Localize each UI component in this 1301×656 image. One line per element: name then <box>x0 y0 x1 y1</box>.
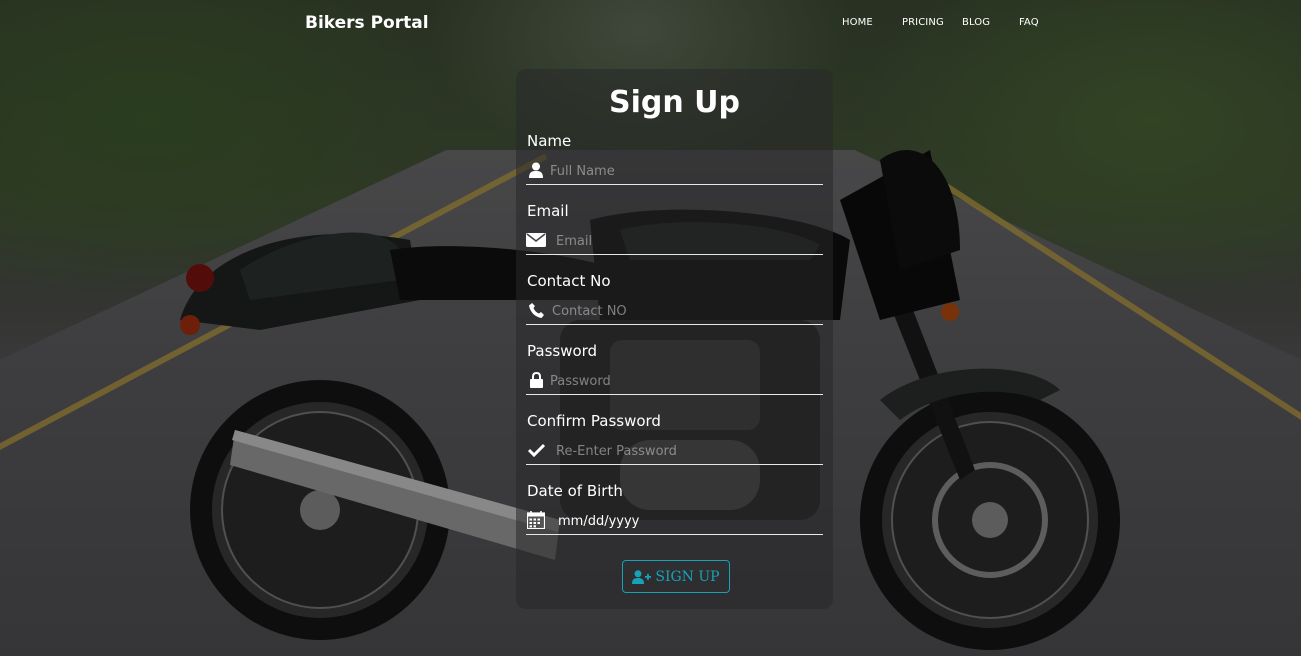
password-input[interactable] <box>550 370 822 392</box>
nav-link-faq[interactable]: FAQ <box>1019 17 1039 28</box>
envelope-icon <box>526 231 546 249</box>
user-icon <box>526 161 546 179</box>
password-field: Password <box>526 342 823 412</box>
dob-field: Date of Birth <box>526 482 823 552</box>
password-underline <box>526 394 823 395</box>
user-plus-icon <box>632 569 652 584</box>
password-label: Password <box>527 342 598 360</box>
navbar: Bikers Portal HOME PRICING BLOG FAQ <box>0 0 1301 48</box>
contact-label: Contact No <box>527 272 611 290</box>
contact-input[interactable] <box>552 300 822 322</box>
name-label: Name <box>527 132 572 150</box>
calendar-icon <box>526 511 546 529</box>
confirm-password-field: Confirm Password <box>526 412 823 482</box>
name-underline <box>526 184 823 185</box>
brand-logo[interactable]: Bikers Portal <box>305 13 429 33</box>
confirm-password-underline <box>526 464 823 465</box>
phone-icon <box>526 301 546 319</box>
email-underline <box>526 254 823 255</box>
contact-underline <box>526 324 823 325</box>
email-label: Email <box>527 202 569 220</box>
dob-label: Date of Birth <box>527 482 623 500</box>
signup-button-label: SIGN UP <box>655 568 720 585</box>
lock-icon <box>526 371 546 389</box>
email-field: Email <box>526 202 823 272</box>
check-icon <box>526 441 546 459</box>
email-input[interactable] <box>556 230 822 252</box>
form-title: Sign Up <box>608 85 740 120</box>
nav-link-blog[interactable]: BLOG <box>962 17 990 28</box>
name-input[interactable] <box>550 160 822 182</box>
dob-input[interactable] <box>558 510 822 532</box>
nav-link-pricing[interactable]: PRICING <box>902 17 944 28</box>
confirm-password-label: Confirm Password <box>527 412 661 430</box>
signup-form-card: Sign Up Name Email Contact No Password <box>516 69 833 609</box>
nav-link-home[interactable]: HOME <box>842 17 873 28</box>
contact-field: Contact No <box>526 272 823 342</box>
name-field: Name <box>526 132 823 202</box>
dob-underline <box>526 534 823 535</box>
signup-button[interactable]: SIGN UP <box>622 560 730 593</box>
confirm-password-input[interactable] <box>556 440 822 462</box>
